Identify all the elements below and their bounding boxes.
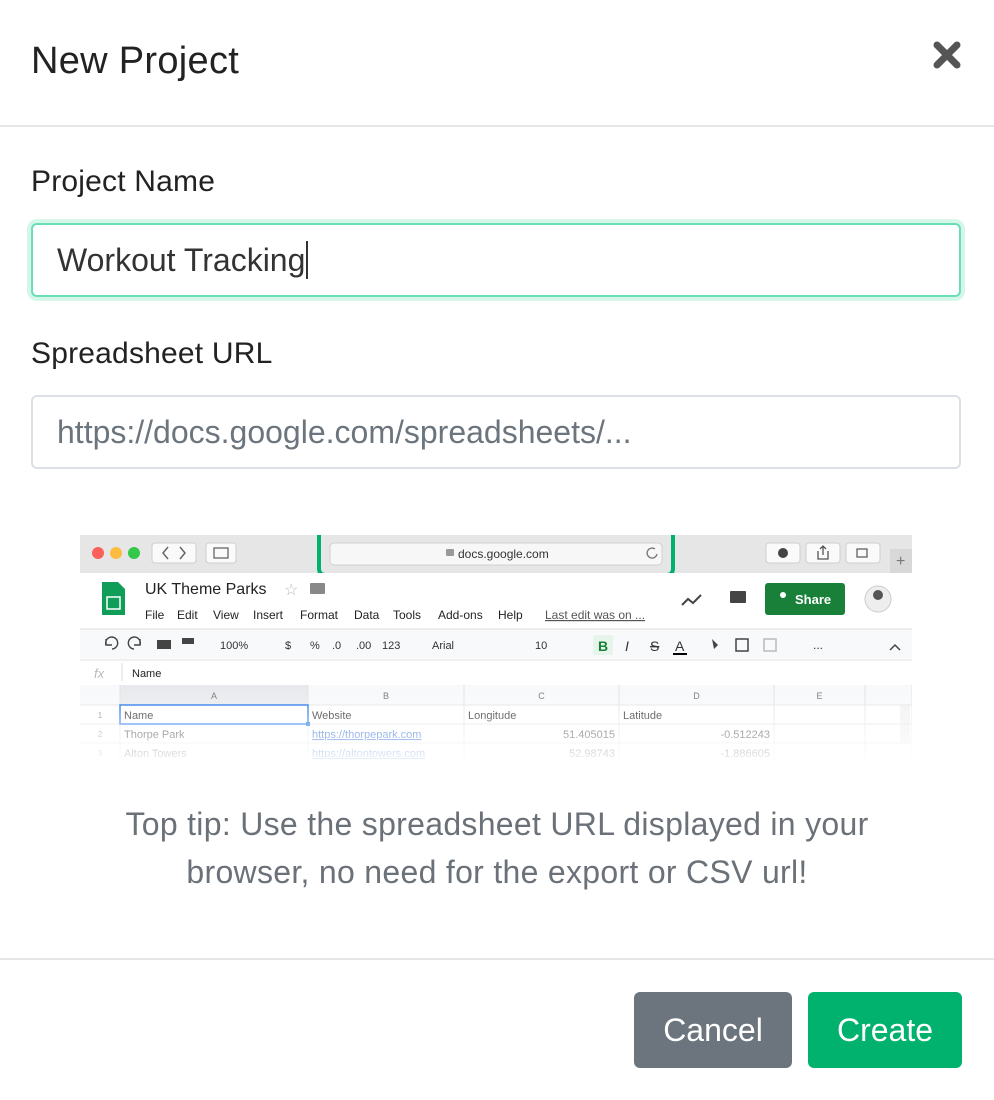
italic-button[interactable]: I: [625, 638, 629, 654]
menu-item-tools[interactable]: Tools: [393, 608, 421, 622]
percent-button[interactable]: %: [310, 640, 320, 652]
spreadsheet-url-placeholder: https://docs.google.com/spreadsheets/...: [57, 413, 632, 450]
text-color-bar: [673, 653, 687, 655]
new-project-modal: New Project Project Name Workout Trackin…: [0, 0, 994, 1100]
close-icon[interactable]: [930, 36, 964, 74]
increase-decimal-button[interactable]: .00: [356, 640, 371, 652]
currency-button[interactable]: $: [285, 640, 291, 652]
font-select[interactable]: Arial: [432, 640, 454, 652]
strikethrough-button[interactable]: S: [650, 638, 659, 654]
spreadsheet-url-label: Spreadsheet URL: [31, 337, 273, 370]
fx-icon: fx: [94, 666, 105, 681]
create-button[interactable]: Create: [808, 992, 962, 1068]
print-icon[interactable]: [157, 640, 171, 649]
project-name-input[interactable]: Workout Tracking: [31, 223, 961, 297]
star-icon[interactable]: ☆: [284, 582, 298, 599]
footer-divider: [0, 958, 994, 960]
number-format-select[interactable]: 123: [382, 640, 400, 652]
top-tip-text: Top tip: Use the spreadsheet URL display…: [125, 806, 869, 890]
menu-item-insert[interactable]: Insert: [253, 608, 284, 622]
close-dot-icon: [92, 547, 104, 559]
zoom-select[interactable]: 100%: [220, 640, 248, 652]
formula-bar: [80, 660, 912, 684]
decrease-decimal-button[interactable]: .0: [332, 640, 341, 652]
menu-item-edit[interactable]: Edit: [177, 608, 198, 622]
formula-value[interactable]: Name: [132, 668, 161, 680]
paint-format-icon[interactable]: [182, 638, 194, 644]
lock-icon: [446, 549, 454, 556]
address-text: docs.google.com: [458, 547, 549, 561]
bold-label: B: [598, 638, 608, 654]
cancel-button[interactable]: Cancel: [634, 992, 792, 1068]
avatar-head: [873, 590, 883, 600]
zoom-dot-icon: [128, 547, 140, 559]
menu-item-help[interactable]: Help: [498, 608, 523, 622]
tabs-button[interactable]: [845, 542, 881, 564]
menu-item-format[interactable]: Format: [300, 608, 339, 622]
project-name-value: Workout Tracking: [57, 241, 306, 278]
share-label: Share: [795, 592, 831, 607]
text-cursor: [306, 241, 309, 279]
comment-icon[interactable]: [730, 591, 746, 603]
image-fade: [40, 690, 954, 770]
text-color-button[interactable]: A: [675, 638, 685, 654]
more-toolbar-button[interactable]: ...: [813, 638, 823, 652]
nav-buttons[interactable]: [151, 542, 197, 564]
font-size-select[interactable]: 10: [535, 640, 547, 652]
menu-item-data[interactable]: Data: [354, 608, 380, 622]
folder-icon[interactable]: [310, 583, 325, 594]
doc-title: UK Theme Parks: [145, 581, 267, 598]
minimize-dot-icon: [110, 547, 122, 559]
last-edit-link[interactable]: Last edit was on ...: [545, 608, 645, 622]
menu-item-file[interactable]: File: [145, 608, 165, 622]
modal-header: New Project: [0, 0, 994, 127]
sheets-toolbar: [80, 629, 912, 659]
share-person-icon: [780, 592, 786, 598]
menu-item-view[interactable]: View: [213, 608, 239, 622]
plus-icon: +: [896, 553, 905, 570]
modal-title: New Project: [31, 40, 240, 82]
spreadsheet-url-input[interactable]: https://docs.google.com/spreadsheets/...: [31, 395, 961, 469]
menu-item-addons[interactable]: Add-ons: [438, 608, 483, 622]
download-icon: [778, 548, 788, 558]
sidebar-button[interactable]: [205, 542, 237, 564]
sheets-logo-icon: [102, 582, 125, 615]
project-name-label: Project Name: [31, 165, 216, 198]
